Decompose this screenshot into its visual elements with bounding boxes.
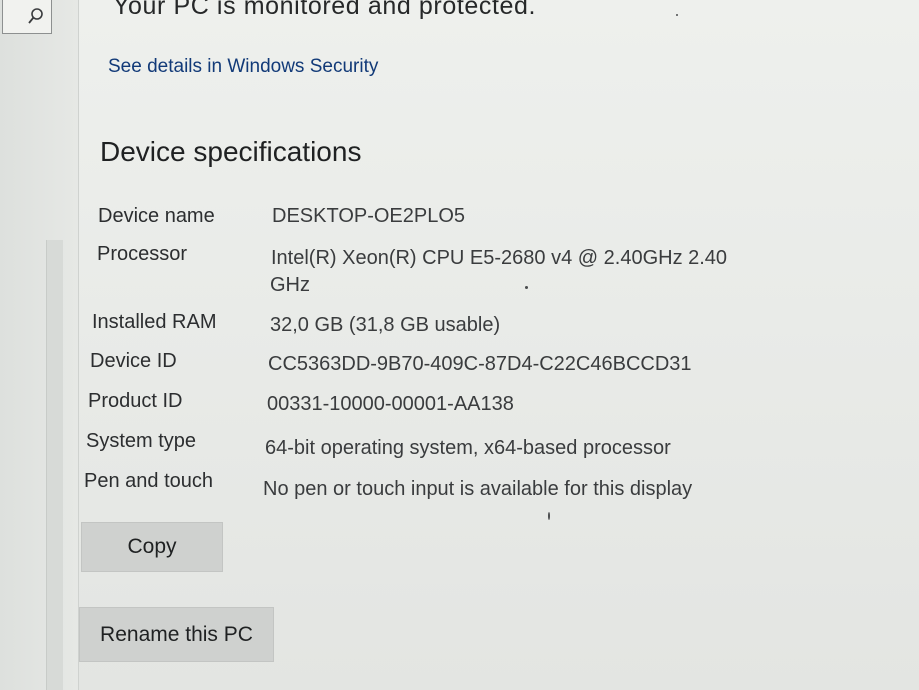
spec-label-processor: Processor xyxy=(97,243,188,265)
spec-value-system-type: 64-bit operating system, x64-based proce… xyxy=(265,437,671,459)
spec-value-installed-ram: 32,0 GB (31,8 GB usable) xyxy=(270,314,501,336)
spec-value-pen-and-touch: No pen or touch input is available for t… xyxy=(263,478,693,500)
spec-label-system-type: System type xyxy=(86,430,197,452)
navigation-scrollbar[interactable] xyxy=(46,240,63,690)
spec-value-processor: Intel(R) Xeon(R) CPU E5-2680 v4 @ 2.40GH… xyxy=(271,247,728,269)
dust-speck xyxy=(548,512,550,520)
protection-status-text: Your PC is monitored and protected. xyxy=(113,0,537,20)
spec-label-pen-and-touch: Pen and touch xyxy=(84,470,213,492)
search-box[interactable] xyxy=(2,0,52,34)
search-icon xyxy=(28,8,43,24)
spec-label-device-id: Device ID xyxy=(90,350,177,372)
spec-label-installed-ram: Installed RAM xyxy=(92,311,217,333)
dust-speck xyxy=(525,286,528,289)
copy-button[interactable]: Copy xyxy=(81,522,223,572)
spec-label-device-name: Device name xyxy=(98,205,215,227)
spec-label-product-id: Product ID xyxy=(88,390,183,412)
spec-value-processor-line2: GHz xyxy=(270,274,310,296)
rename-pc-button[interactable]: Rename this PC xyxy=(79,607,274,662)
spec-value-device-id: CC5363DD-9B70-409C-87D4-C22C46BCCD31 xyxy=(268,353,692,375)
windows-security-link[interactable]: See details in Windows Security xyxy=(108,56,378,78)
spec-value-device-name: DESKTOP-OE2PLO5 xyxy=(272,205,466,227)
navigation-pane xyxy=(0,0,79,690)
spec-value-product-id: 00331-10000-00001-AA138 xyxy=(267,393,514,415)
settings-window: Your PC is monitored and protected. See … xyxy=(0,0,919,690)
device-specifications-heading: Device specifications xyxy=(100,136,362,167)
dust-speck xyxy=(676,14,678,16)
